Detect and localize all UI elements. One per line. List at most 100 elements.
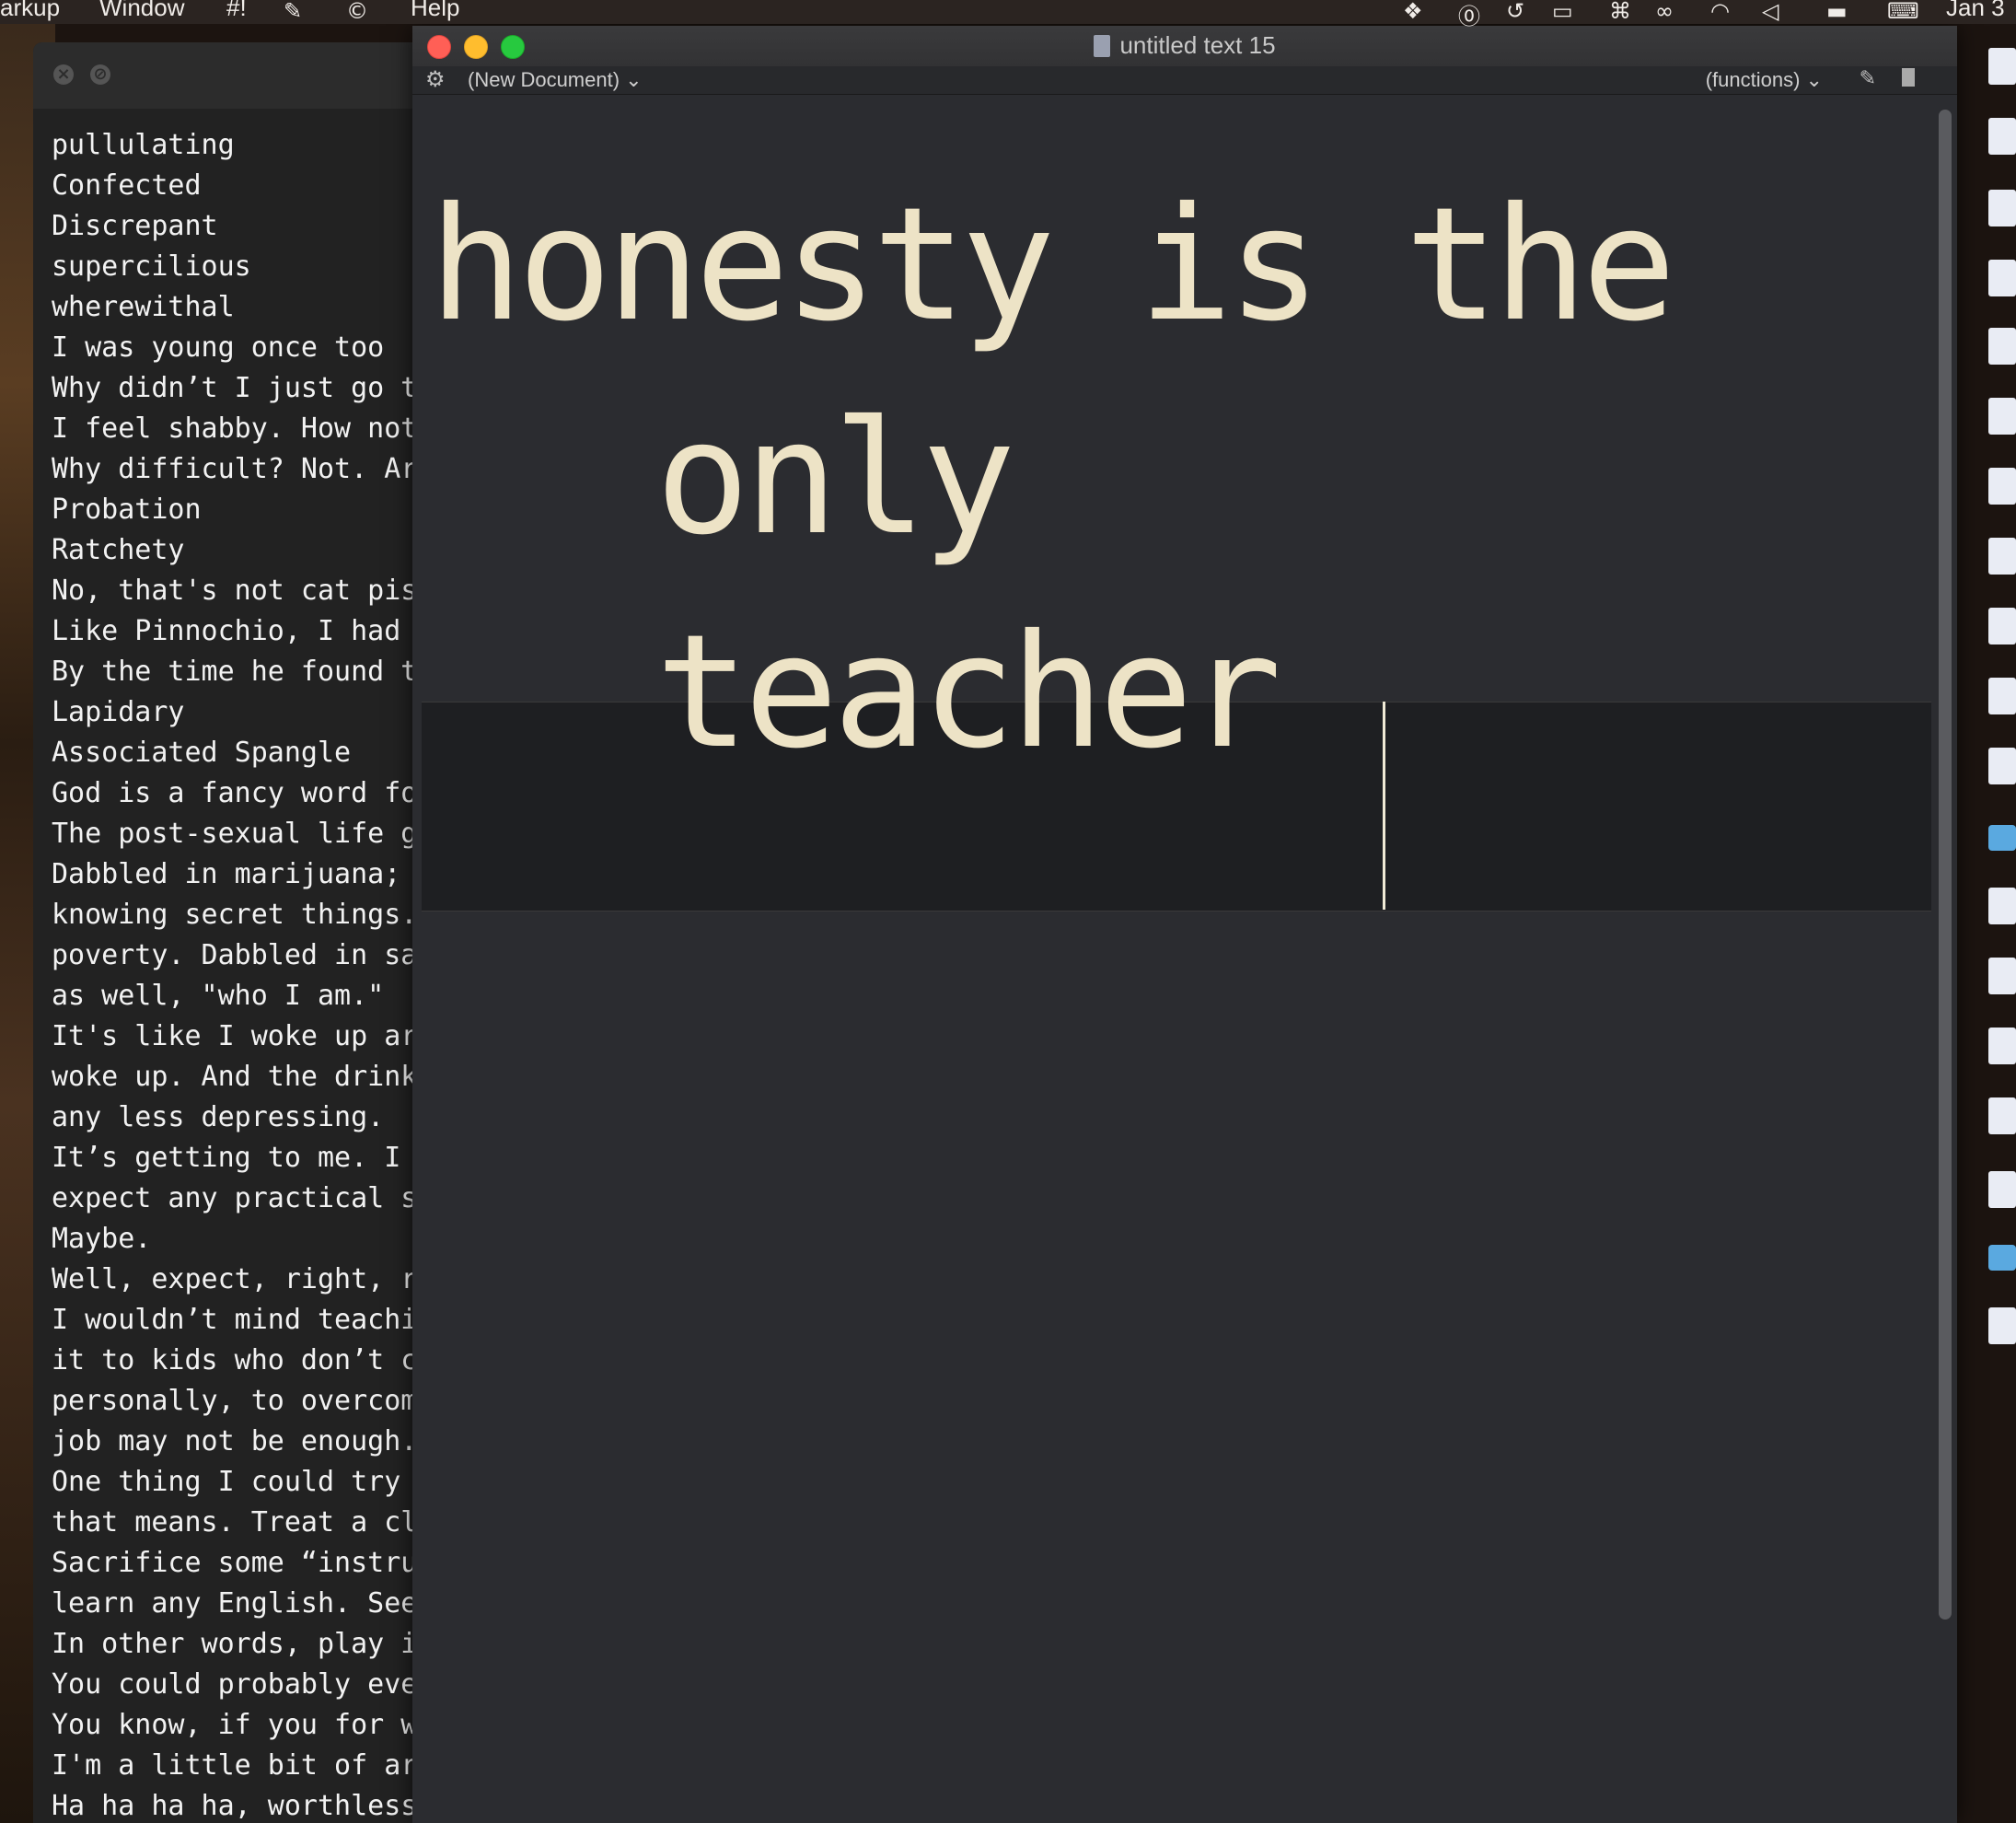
battery-icon[interactable]: ▬ [1826, 0, 1848, 24]
background-text-line[interactable]: It's like I woke up ar [52, 1016, 447, 1057]
background-text-line[interactable]: Discrepant [52, 206, 447, 247]
background-text-line[interactable]: You know, if you for w [52, 1705, 447, 1746]
background-text-line[interactable]: Dabbled in marijuana; [52, 854, 447, 895]
background-text-line[interactable]: woke up. And the drink [52, 1057, 447, 1097]
menu-help[interactable]: Help [411, 0, 459, 22]
glasses-icon[interactable]: ∞ [1655, 0, 1674, 24]
background-text-line[interactable]: that means. Treat a cl [52, 1503, 447, 1543]
menu-markup[interactable]: arkup [0, 0, 60, 22]
menubar-clock[interactable]: Jan 3 [1946, 0, 2005, 22]
desktop-file-icon[interactable] [1988, 468, 2016, 505]
window-title: untitled text 15 [412, 31, 1957, 60]
background-text-line[interactable]: poverty. Dabbled in sa [52, 935, 447, 976]
desktop-file-icon[interactable] [1988, 328, 2016, 365]
background-text-line[interactable]: You could probably eve [52, 1665, 447, 1705]
background-text-line[interactable]: pullulating [52, 125, 447, 166]
background-document-text[interactable]: pullulating Confected Discrepant supercilio… [52, 125, 447, 1823]
background-text-line[interactable]: Ratchety [52, 530, 447, 571]
background-text-line[interactable]: The post-sexual life g [52, 814, 447, 854]
close-icon[interactable]: × [53, 64, 74, 85]
desktop-file-icon[interactable] [1988, 118, 2016, 155]
document-popup-menu[interactable]: (New Document) ⌄ [468, 68, 643, 92]
desktop-file-icon[interactable] [1988, 538, 2016, 575]
background-text-line[interactable]: I feel shabby. How not [52, 409, 447, 449]
background-text-line[interactable]: supercilious [52, 247, 447, 287]
background-text-line[interactable]: personally, to overcom [52, 1381, 447, 1422]
menu-scripts[interactable]: #! [226, 0, 247, 22]
dropbox-icon[interactable]: ❖ [1403, 0, 1423, 24]
background-text-line[interactable]: In other words, play i [52, 1624, 447, 1665]
feather-icon[interactable]: ✎ [284, 0, 302, 24]
editor-line-3[interactable]: teacher [655, 614, 1281, 771]
text-editor[interactable]: honesty is the only teacher [412, 95, 1931, 1823]
desktop-file-icon[interactable] [1988, 190, 2016, 226]
desktop-file-icon[interactable] [1988, 1171, 2016, 1208]
c-app-icon[interactable]: © [346, 0, 368, 24]
scrollbar-thumb[interactable] [1939, 110, 1952, 1620]
desktop-file-icon[interactable] [1988, 748, 2016, 784]
desktop-file-icon[interactable] [1988, 398, 2016, 435]
desktop-folder-icon[interactable] [1988, 825, 2016, 851]
background-text-line[interactable]: Sacrifice some “instru [52, 1543, 447, 1584]
functions-popup-menu[interactable]: (functions) ⌄ [1706, 68, 1823, 92]
window-titlebar: untitled text 15 [412, 26, 1957, 67]
background-text-line[interactable]: Like Pinnochio, I had [52, 611, 447, 652]
volume-icon[interactable]: ◁ [1762, 0, 1778, 24]
minimize-disabled-icon[interactable]: ⊘ [90, 64, 110, 85]
background-text-line[interactable]: any less depressing. [52, 1097, 447, 1138]
background-text-line[interactable]: It’s getting to me. I [52, 1138, 447, 1179]
keyboard-icon[interactable]: ⌨ [1887, 0, 1919, 24]
background-text-line[interactable]: One thing I could try [52, 1462, 447, 1503]
desktop-folder-icon[interactable] [1988, 1245, 2016, 1271]
background-text-line[interactable]: Lapidary [52, 692, 447, 733]
desktop-file-icon[interactable] [1988, 1028, 2016, 1064]
wifi-icon[interactable]: ◠ [1710, 0, 1730, 24]
desktop-file-icon[interactable] [1988, 1097, 2016, 1134]
background-text-line[interactable]: job may not be enough. [52, 1422, 447, 1462]
background-text-line[interactable]: Associated Spangle [52, 733, 447, 773]
display-icon[interactable]: ▭ [1552, 0, 1573, 24]
background-text-window[interactable]: × ⊘ pullulating Confected Discrepant superc… [33, 42, 466, 1823]
background-text-line[interactable]: as well, "who I am." [52, 976, 447, 1016]
background-text-line[interactable]: Probation [52, 490, 447, 530]
command-icon[interactable]: ⌘ [1609, 0, 1631, 24]
editor-line-1[interactable]: honesty is the [429, 187, 1676, 343]
editor-line-2[interactable]: only [655, 401, 1015, 557]
background-window-titlebar: × ⊘ [33, 42, 466, 109]
background-text-line[interactable]: Maybe. [52, 1219, 447, 1260]
desktop-file-icon[interactable] [1988, 958, 2016, 994]
background-text-line[interactable]: I wouldn’t mind teachi [52, 1300, 447, 1341]
background-text-line[interactable]: Confected [52, 166, 447, 206]
pencil-icon[interactable]: ✎ [1860, 66, 1876, 90]
background-text-line[interactable]: By the time he found t [52, 652, 447, 692]
background-text-line[interactable]: No, that's not cat pis [52, 571, 447, 611]
background-text-line[interactable]: knowing secret things. [52, 895, 447, 935]
background-text-line[interactable]: expect any practical s [52, 1179, 447, 1219]
gear-icon[interactable]: ⚙ [425, 66, 446, 93]
time-machine-icon[interactable]: ↺ [1506, 0, 1524, 24]
desktop-file-icon[interactable] [1988, 48, 2016, 85]
background-text-line[interactable]: wherewithal [52, 287, 447, 328]
desktop-file-icon[interactable] [1988, 608, 2016, 644]
bbedit-main-window[interactable]: untitled text 15 ⚙ (New Document) ⌄ (fun… [412, 26, 1957, 1823]
desktop-file-icon[interactable] [1988, 260, 2016, 296]
background-text-line[interactable]: it to kids who don’t c [52, 1341, 447, 1381]
background-text-line[interactable]: Ha ha ha ha, worthless [52, 1786, 447, 1823]
navigation-bar: ⚙ (New Document) ⌄ (functions) ⌄ ✎ [412, 66, 1957, 95]
desktop-file-icon[interactable] [1988, 888, 2016, 924]
background-text-line[interactable]: learn any English. See [52, 1584, 447, 1624]
background-text-line[interactable]: God is a fancy word fo [52, 773, 447, 814]
menu-bar: arkup Window #! ✎ © Help ❖ ⓪ ↺ ▭ ⌘ ∞ ◠ ◁… [0, 0, 2016, 29]
background-text-line[interactable]: Why didn’t I just go t [52, 368, 447, 409]
onepassword-icon[interactable]: ⓪ [1458, 0, 1480, 30]
document-icon [1094, 35, 1111, 57]
background-text-line[interactable]: Well, expect, right, r [52, 1260, 447, 1300]
background-text-line[interactable]: Why difficult? Not. Ar [52, 449, 447, 490]
background-text-line[interactable]: I'm a little bit of ar [52, 1746, 447, 1786]
vertical-scrollbar[interactable] [1931, 95, 1957, 1823]
menu-window[interactable]: Window [99, 0, 184, 22]
background-text-line[interactable]: I was young once too [52, 328, 447, 368]
page-icon[interactable] [1902, 68, 1915, 87]
desktop-file-icon[interactable] [1988, 678, 2016, 714]
desktop-file-icon[interactable] [1988, 1307, 2016, 1344]
